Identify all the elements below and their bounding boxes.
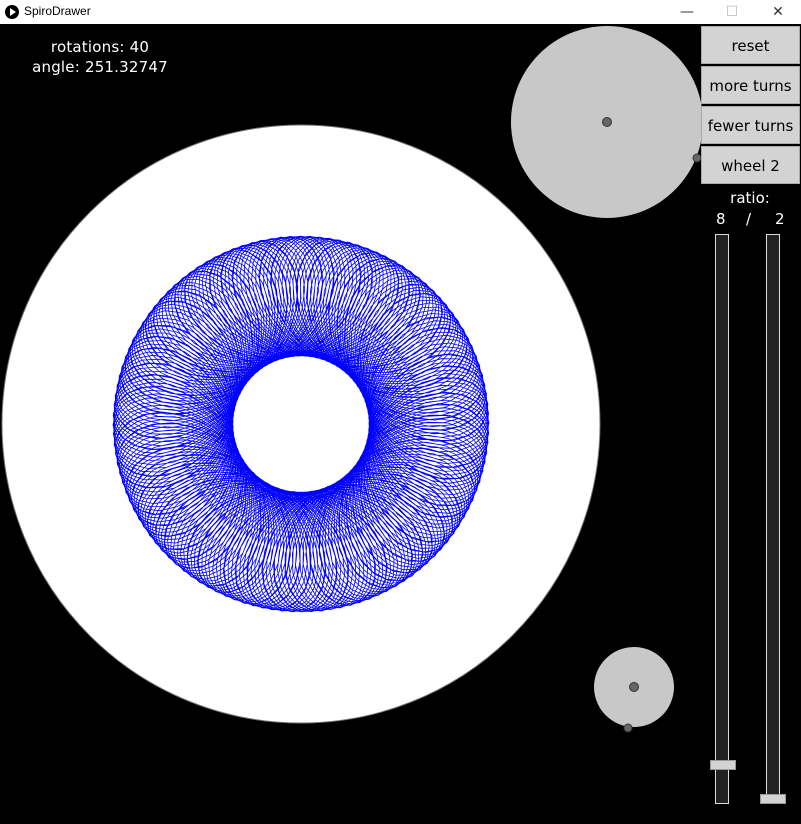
close-button[interactable]: ✕ [755, 0, 801, 24]
ratio-slash: / [746, 210, 752, 228]
wheel-toggle-button[interactable]: wheel 2 [701, 146, 800, 184]
small-wheel-center-dot [629, 682, 639, 692]
numerator-slider-thumb[interactable] [710, 760, 736, 771]
denominator-slider-track[interactable] [766, 234, 780, 804]
denominator-slider-thumb[interactable] [760, 794, 786, 804]
app-play-icon [5, 5, 19, 19]
rotations-readout: rotations: 40 [50, 38, 150, 56]
large-wheel-pen-dot[interactable] [692, 153, 702, 163]
more-turns-button[interactable]: more turns [701, 66, 800, 104]
spiro-svg [1, 26, 703, 733]
drawing-disc [1, 124, 601, 724]
angle-readout: angle: 251.32747 [32, 58, 168, 76]
large-wheel-center-dot [602, 117, 612, 127]
ratio-label: ratio: [730, 189, 770, 207]
numerator-slider-track[interactable] [715, 234, 729, 804]
ratio-numerator: 8 [716, 210, 726, 228]
window-title: SpiroDrawer [24, 4, 91, 18]
small-wheel-pen-dot[interactable] [623, 723, 633, 733]
fewer-turns-button[interactable]: fewer turns [701, 106, 800, 144]
maximize-button[interactable]: ☐ [709, 0, 755, 24]
ratio-denominator: 2 [775, 210, 785, 228]
drawing-canvas[interactable]: rotations: 40 angle: 251.32747 reset mor… [0, 24, 801, 824]
minimize-button[interactable]: — [664, 0, 710, 24]
reset-button[interactable]: reset [701, 26, 800, 64]
title-bar: SpiroDrawer — ☐ ✕ [0, 0, 801, 24]
